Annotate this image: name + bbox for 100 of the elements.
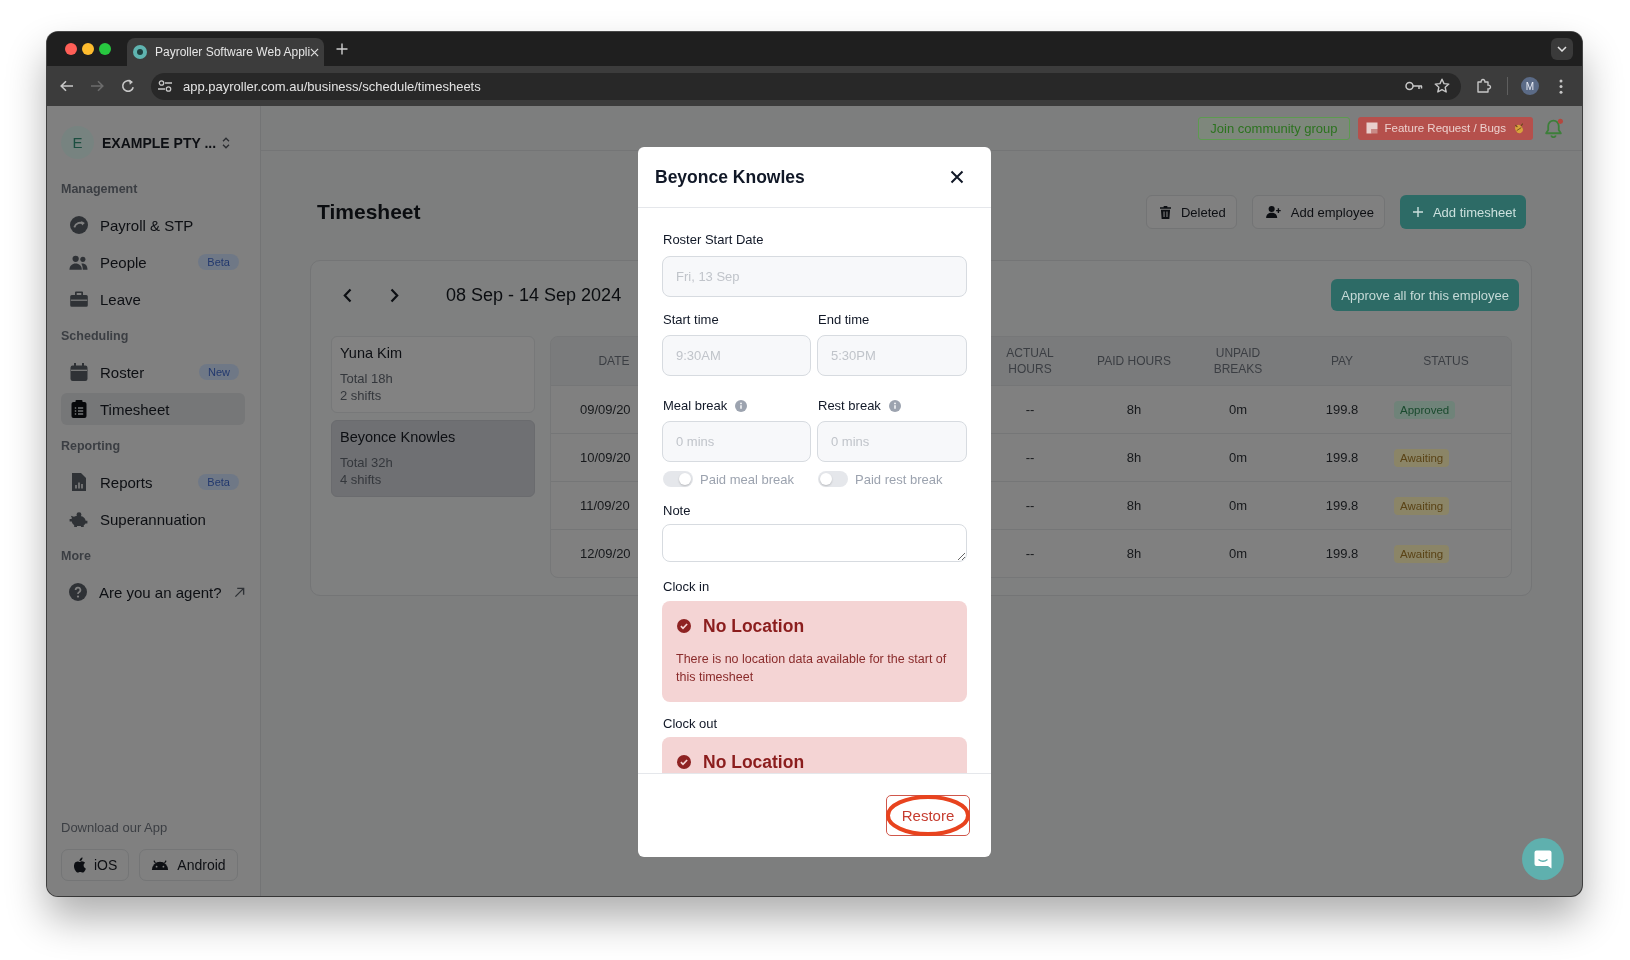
note-field[interactable] (662, 524, 967, 562)
table-cell: -- (1025, 450, 1035, 465)
section-label: Reporting (61, 438, 122, 454)
chat-button[interactable] (1522, 838, 1564, 880)
nav-item[interactable]: Leave (61, 283, 245, 315)
plus-icon[interactable] (336, 43, 348, 55)
approve-all-button[interactable]: Approve all for this employee (1331, 279, 1519, 311)
calendar-icon (69, 363, 88, 381)
employee-card[interactable]: Beyonce Knowles Total 32h 4 shifts (331, 420, 535, 497)
address-bar[interactable]: app.payroller.com.au/business/schedule/timesheets (151, 72, 1461, 100)
alert-title: No Location (703, 751, 805, 773)
profile-avatar[interactable]: M (1521, 77, 1539, 95)
app-download-button[interactable]: Android (139, 849, 238, 881)
close-icon[interactable] (950, 170, 964, 184)
download-label: Download our App (61, 820, 169, 836)
field-label: Rest break (817, 398, 881, 414)
employee-total: Total 18h (340, 371, 393, 387)
kebab-menu-icon[interactable] (1559, 78, 1563, 94)
feedback-button[interactable]: Feature Request / Bugs (1357, 116, 1533, 140)
reload-icon[interactable] (120, 78, 136, 94)
robot-head-icon (151, 860, 170, 870)
employee-total: Total 32h (340, 455, 393, 471)
people-icon (69, 254, 88, 270)
nav-badge: Beta (198, 254, 239, 270)
arrow-circle-icon (69, 216, 88, 234)
briefcase-icon (69, 290, 88, 308)
table-cell: 199.8 (1325, 498, 1359, 513)
check-circle-icon (677, 755, 691, 769)
action-button[interactable]: Deleted (1145, 195, 1237, 229)
nav-item[interactable]: Reports Beta (61, 466, 245, 498)
info-icon (888, 400, 901, 412)
field-label: Roster Start Date (662, 232, 764, 248)
section-label: Management (61, 181, 139, 197)
clipboard-icon (69, 400, 88, 418)
puzzle-piece-icon[interactable] (1476, 78, 1492, 94)
speech-bubble-icon (1534, 849, 1552, 869)
week-range: 08 Sep - 14 Sep 2024 (446, 284, 622, 306)
status-tag: Awaiting (1394, 448, 1450, 467)
info-icon (735, 400, 748, 412)
field-label: Clock out (662, 716, 718, 732)
back-arrow-icon[interactable] (59, 78, 75, 94)
field-label: Start time (662, 312, 720, 328)
zoom-window-icon[interactable] (99, 43, 111, 55)
section-label: More (61, 548, 92, 564)
arrow-up-right-icon (233, 586, 245, 598)
table-cell: 8h (1126, 450, 1142, 465)
ring-icon (133, 45, 147, 59)
column-header: PAID HOURS (1097, 353, 1171, 369)
close-window-icon[interactable] (65, 43, 77, 55)
app-download-button[interactable]: iOS (61, 849, 130, 881)
table-cell: 12/09/20 (580, 546, 631, 561)
dropdown-button[interactable] (1551, 38, 1573, 60)
browser-tab[interactable]: Payroller Software Web Appli (127, 38, 324, 66)
nav-item[interactable]: People Beta (61, 246, 245, 278)
chevron-left-icon (342, 287, 352, 303)
table-cell: -- (1025, 498, 1035, 513)
action-button[interactable]: Add employee (1251, 195, 1385, 229)
bug-icon (1513, 122, 1525, 134)
modal-title: Beyonce Knowles (655, 166, 805, 188)
table-cell: 10/09/20 (580, 450, 631, 465)
employee-name: Beyonce Knowles (340, 428, 456, 446)
section-label: Scheduling (61, 328, 130, 344)
org-name[interactable]: EXAMPLE PTY ... (102, 134, 217, 151)
table-cell: 0m (1228, 402, 1248, 417)
employee-card[interactable]: Yuna Kim Total 18h 2 shifts (331, 336, 535, 413)
table-cell: 0m (1228, 498, 1248, 513)
key-icon[interactable] (1405, 81, 1423, 91)
chevron-right-icon (389, 287, 399, 303)
table-cell: 11/09/20 (580, 498, 630, 513)
table-cell: 0m (1228, 546, 1248, 561)
nav-item[interactable]: Roster New (61, 356, 245, 388)
column-header: UNPAID BREAKS (1212, 345, 1264, 377)
nav-badge: New (199, 364, 239, 380)
nav-item[interactable]: Superannuation (61, 503, 245, 535)
field-label: End time (817, 312, 871, 328)
sliders-icon[interactable] (158, 80, 172, 92)
employee-shifts: 4 shifts (340, 472, 382, 488)
table-cell: -- (1025, 546, 1035, 561)
trash-icon (1159, 205, 1171, 219)
toggle-label: Paid meal break (700, 471, 794, 487)
nav-item[interactable]: Are you an agent? (61, 576, 245, 608)
table-cell: 8h (1126, 546, 1142, 561)
plus-icon (1412, 207, 1423, 217)
chevron-up-down-icon[interactable] (222, 136, 231, 149)
column-header: ACTUAL HOURS (1005, 345, 1055, 377)
document-chart-icon (69, 473, 88, 491)
minimize-window-icon[interactable] (82, 43, 94, 55)
check-circle-icon (677, 619, 691, 633)
column-header: PAY (1330, 353, 1354, 369)
status-tag: Awaiting (1394, 544, 1450, 563)
field-label: Meal break (662, 398, 728, 414)
nav-item[interactable]: Timesheet (61, 393, 245, 425)
action-button[interactable]: Add timesheet (1399, 195, 1526, 229)
question-circle-icon (69, 583, 87, 601)
table-cell: 199.8 (1325, 450, 1359, 465)
table-cell: 09/09/20 (580, 402, 631, 417)
status-tag: Approved (1394, 400, 1456, 419)
nav-item[interactable]: Payroll & STP (61, 209, 245, 241)
nav-badge: Beta (198, 474, 239, 490)
star-icon[interactable] (1434, 78, 1450, 94)
